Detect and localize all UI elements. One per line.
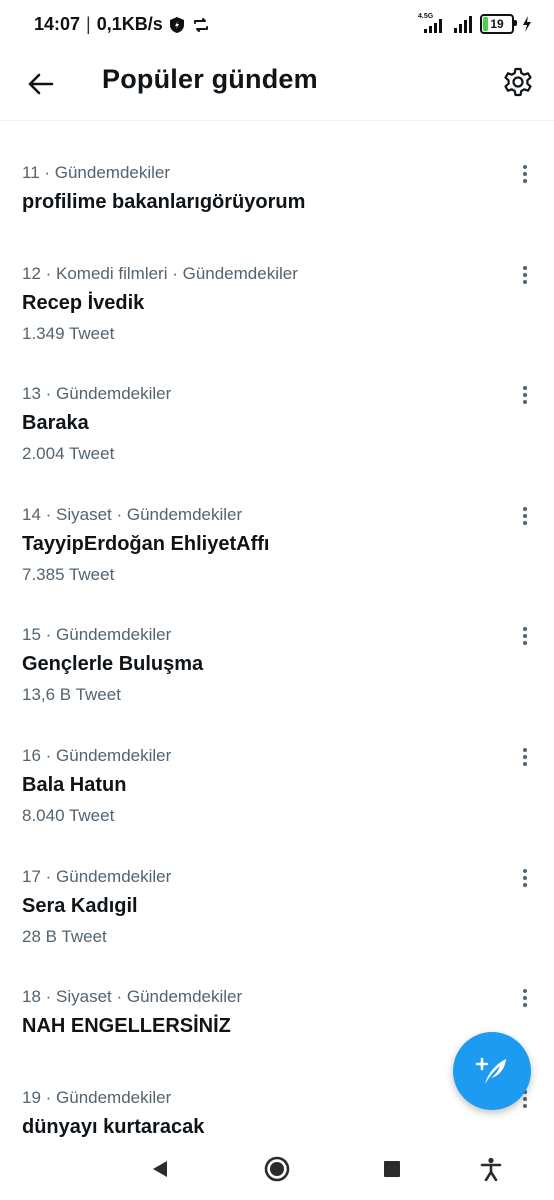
trend-name: Gençlerle Buluşma [22, 653, 204, 675]
square-recents-icon [384, 1161, 400, 1177]
trend-tweet-count: 13,6 B Tweet [22, 685, 121, 704]
more-options-icon[interactable] [516, 625, 534, 647]
charging-icon [523, 16, 531, 32]
more-options-icon[interactable] [516, 163, 534, 185]
triangle-back-icon [153, 1161, 167, 1177]
more-options-icon[interactable] [516, 384, 534, 406]
page-title: Popüler gündem [102, 64, 318, 94]
compose-tweet-icon [475, 1057, 506, 1084]
trend-name: dünyayı kurtaracak [22, 1116, 205, 1138]
trend-item[interactable]: 13 · Gündemdekiler Baraka 2.004 Tweet [0, 384, 554, 474]
trend-item[interactable]: 17 · Gündemdekiler Sera Kadıgil 28 B Twe… [0, 867, 554, 957]
status-time: 14:07 [34, 14, 81, 34]
accessibility-icon [480, 1157, 502, 1181]
arrow-left-icon [28, 73, 54, 95]
trend-meta: 16 · Gündemdekiler [22, 746, 172, 765]
trend-item[interactable]: 11 · Gündemdekiler profilime bakanlarıgö… [0, 163, 554, 233]
status-left: 14:07 | 0,1KB/s [34, 14, 211, 35]
sync-icon [193, 17, 208, 32]
trend-name: TayyipErdoğan EhliyetAffı [22, 533, 270, 555]
system-navigation-bar [0, 1138, 554, 1200]
settings-button[interactable] [500, 64, 536, 100]
trend-tweet-count: 28 B Tweet [22, 927, 107, 946]
trend-tweet-count: 1.349 Tweet [22, 324, 115, 343]
trend-meta: 13 · Gündemdekiler [22, 384, 172, 403]
trend-meta: 11 · Gündemdekiler [22, 163, 171, 182]
trend-item[interactable]: 16 · Gündemdekiler Bala Hatun 8.040 Twee… [0, 746, 554, 836]
status-separator: | [86, 14, 91, 34]
trend-item[interactable]: 12 · Komedi filmleri · Gündemdekiler Rec… [0, 264, 554, 354]
nav-recents-button[interactable] [375, 1152, 409, 1186]
trend-meta: 18 · Siyaset · Gündemdekiler [22, 987, 243, 1006]
back-button[interactable] [22, 66, 58, 102]
gear-icon [504, 67, 532, 97]
more-options-icon[interactable] [516, 867, 534, 889]
vpn-shield-icon [169, 16, 184, 33]
mobile-signal-icon: 4.5G [418, 13, 446, 35]
more-options-icon[interactable] [516, 987, 534, 1009]
nav-home-button[interactable] [260, 1152, 294, 1186]
battery-icon: 19 [480, 14, 517, 34]
status-speed: 0,1KB/s [96, 14, 163, 34]
trend-meta: 14 · Siyaset · Gündemdekiler [22, 505, 243, 524]
trend-meta: 19 · Gündemdekiler [22, 1088, 172, 1107]
status-bar: 14:07 | 0,1KB/s 4.5G 19 [0, 0, 554, 52]
trend-item[interactable]: 14 · Siyaset · Gündemdekiler TayyipErdoğ… [0, 505, 554, 595]
trend-tweet-count: 8.040 Tweet [22, 806, 115, 825]
trend-name: Bala Hatun [22, 774, 127, 796]
trend-meta: 12 · Komedi filmleri · Gündemdekiler [22, 264, 298, 283]
trend-tweet-count: 2.004 Tweet [22, 444, 115, 463]
trend-name: profilime bakanlarıgörüyorum [22, 191, 306, 213]
trend-name: Recep İvedik [22, 292, 145, 314]
trend-name: Sera Kadıgil [22, 895, 138, 917]
compose-tweet-button[interactable] [453, 1032, 531, 1110]
nav-accessibility-button[interactable] [474, 1152, 508, 1186]
trend-meta: 15 · Gündemdekiler [22, 625, 172, 644]
more-options-icon[interactable] [516, 505, 534, 527]
app-header: Popüler gündem [0, 52, 554, 121]
more-options-icon[interactable] [516, 264, 534, 286]
trend-name: NAH ENGELLERSİNİZ [22, 1015, 231, 1037]
more-options-icon[interactable] [516, 746, 534, 768]
trend-item[interactable]: 15 · Gündemdekiler Gençlerle Buluşma 13,… [0, 625, 554, 715]
signal-bars-icon [454, 15, 472, 33]
battery-level: 19 [490, 17, 504, 31]
trend-name: Baraka [22, 412, 89, 434]
status-right: 4.5G 19 [418, 13, 532, 35]
nav-back-button[interactable] [143, 1152, 177, 1186]
trend-meta: 17 · Gündemdekiler [22, 867, 172, 886]
circle-home-icon [264, 1156, 290, 1182]
trend-tweet-count: 7.385 Tweet [22, 565, 115, 584]
